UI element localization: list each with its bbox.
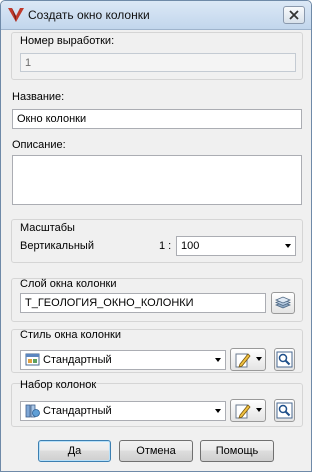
column-set-edit-button[interactable] [230,399,266,422]
dialog-window: Создать окно колонки Номер выработки: 1 … [0,0,312,472]
cancel-button[interactable]: Отмена [119,440,193,462]
style-label: Стиль окна колонки [20,329,122,341]
app-logo-icon [8,8,24,22]
scales-group-label: Масштабы [20,222,75,234]
scale-ratio-prefix: 1 : [159,240,172,252]
style-preview-button[interactable] [274,348,295,371]
edit-icon [235,404,251,419]
ok-button[interactable]: Да [38,440,111,462]
chevron-down-icon [215,409,221,413]
column-set-value: Стандартный [43,405,112,417]
close-button[interactable] [283,6,305,24]
title-bar: Создать окно колонки [1,1,311,30]
style-value: Стандартный [43,354,112,366]
window-title: Создать окно колонки [28,8,150,22]
column-set-item-icon [25,404,40,418]
style-combo[interactable]: Стандартный [20,350,226,370]
description-label: Описание: [12,139,66,151]
style-item-icon [25,353,40,366]
vertical-scale-value: 100 [181,240,200,252]
layers-icon [274,296,292,309]
vertical-scale-label: Вертикальный [20,240,94,252]
zoom-icon [276,402,293,419]
bore-number-field: 1 [20,53,296,72]
name-label: Название: [12,91,65,103]
close-icon [289,10,299,20]
layer-label: Слой окна колонки [20,278,117,290]
chevron-down-icon [215,358,221,362]
column-set-combo[interactable]: Стандартный [20,401,226,421]
bore-number-label: Номер выработки: [20,35,115,47]
edit-icon [235,353,251,368]
description-field[interactable] [12,155,302,205]
column-set-preview-button[interactable] [274,399,295,422]
chevron-down-icon [285,244,291,248]
chevron-down-icon [256,357,262,361]
help-button[interactable]: Помощь [200,440,274,462]
layer-select-button[interactable] [271,292,295,314]
chevron-down-icon [256,408,262,412]
name-field[interactable]: Окно колонки [12,109,302,129]
zoom-icon [276,351,293,368]
style-edit-button[interactable] [230,348,266,371]
layer-field[interactable]: Т_ГЕОЛОГИЯ_ОКНО_КОЛОНКИ [20,293,266,313]
column-set-label: Набор колонок [20,379,97,391]
vertical-scale-combo[interactable]: 100 [176,236,296,256]
